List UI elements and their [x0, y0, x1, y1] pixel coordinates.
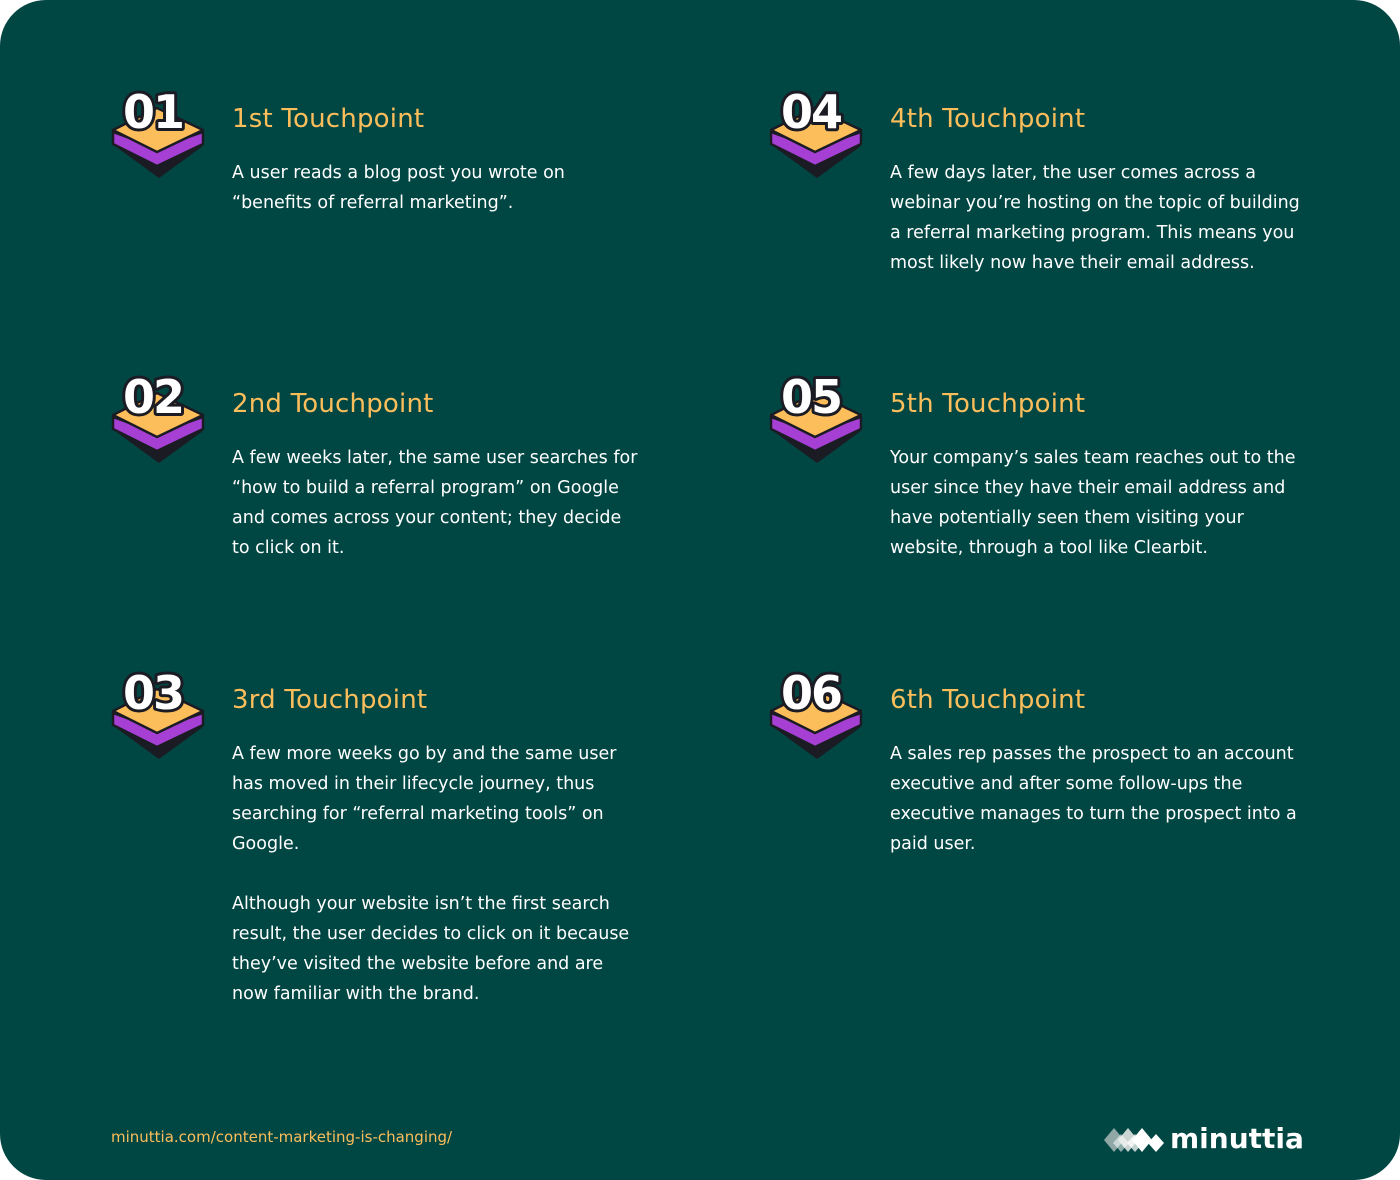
touchpoint-title: 5th Touchpoint: [890, 389, 1086, 419]
touchpoint-title: 2nd Touchpoint: [232, 389, 434, 419]
number-badge-icon: 04: [769, 86, 863, 178]
badge-number: 06: [781, 667, 841, 720]
touchpoint-title: 3rd Touchpoint: [232, 685, 428, 715]
touchpoint-paragraph: A few weeks later, the same user searche…: [232, 448, 638, 558]
touchpoint-title: 1st Touchpoint: [232, 104, 425, 134]
source-url[interactable]: minuttia.com/content-marketing-is-changi…: [111, 1128, 452, 1146]
brand-name: minuttia: [1170, 1122, 1304, 1155]
touchpoint-paragraph: Although your website isn’t the first se…: [232, 894, 630, 1004]
number-badge-icon: 05: [769, 371, 863, 463]
badge-number: 04: [781, 86, 841, 139]
infographic-card: 01 1st Touchpoint A user reads a blog po…: [0, 0, 1400, 1180]
touchpoint-paragraph: A few days later, the user comes across …: [890, 163, 1300, 273]
badge-number: 01: [123, 86, 183, 139]
touchpoint-paragraph: A user reads a blog post you wrote on “b…: [232, 163, 565, 213]
touchpoint-description: A few weeks later, the same user searche…: [232, 443, 642, 563]
minuttia-logo-icon: [1104, 1128, 1164, 1152]
badge-number: 05: [781, 371, 841, 424]
touchpoint-paragraph: Your company’s sales team reaches out to…: [890, 448, 1296, 558]
touchpoint-description: A user reads a blog post you wrote on “b…: [232, 158, 642, 218]
touchpoint-description: A few days later, the user comes across …: [890, 158, 1300, 278]
touchpoint-paragraph: A few more weeks go by and the same user…: [232, 744, 617, 854]
number-badge-icon: 03: [111, 667, 205, 759]
number-badge-icon: 06: [769, 667, 863, 759]
badge-number: 03: [123, 667, 183, 720]
number-badge-icon: 01: [111, 86, 205, 178]
touchpoint-paragraph: A sales rep passes the prospect to an ac…: [890, 744, 1297, 854]
brand-logo: minuttia: [1102, 1122, 1304, 1162]
number-badge-icon: 02: [111, 371, 205, 463]
badge-number: 02: [123, 371, 183, 424]
touchpoint-description: Your company’s sales team reaches out to…: [890, 443, 1300, 563]
touchpoint-description: A sales rep passes the prospect to an ac…: [890, 739, 1300, 859]
touchpoint-title: 4th Touchpoint: [890, 104, 1086, 134]
touchpoint-title: 6th Touchpoint: [890, 685, 1086, 715]
touchpoint-description: A few more weeks go by and the same user…: [232, 739, 642, 1009]
